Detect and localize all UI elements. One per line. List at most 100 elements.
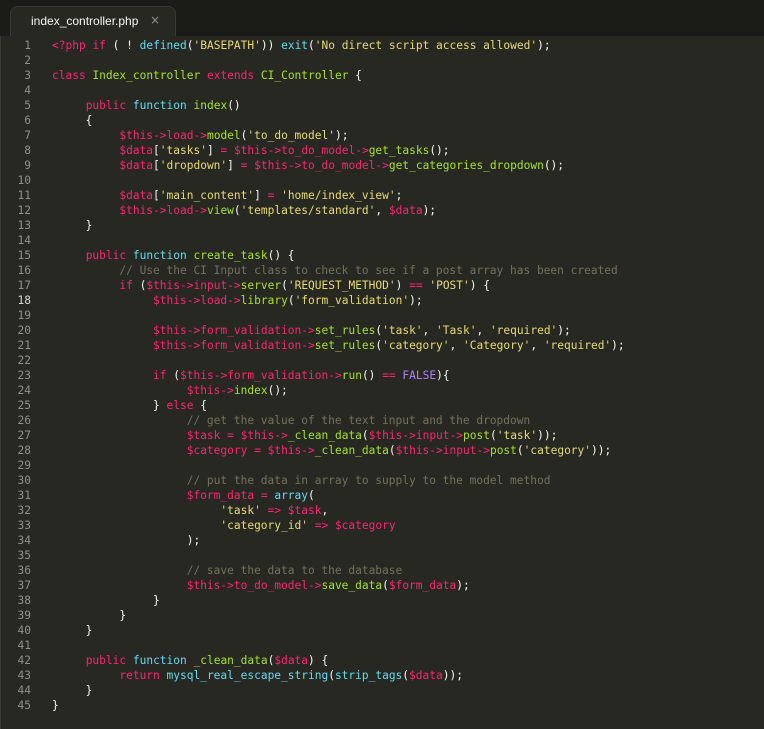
code-token: ->: [429, 444, 443, 457]
code-token: ->: [301, 444, 315, 457]
code-line[interactable]: 30 // put the data in array to supply to…: [1, 473, 764, 488]
code-token: 'task': [496, 429, 538, 442]
code-token: if: [92, 39, 106, 52]
code-line[interactable]: 20 $this->form_validation->set_rules('ta…: [1, 323, 764, 338]
code-line[interactable]: 33 'category_id' => $category: [1, 518, 764, 533]
code-token: // Use the CI Input class to check to se…: [119, 264, 618, 277]
code-token: 'required': [543, 339, 612, 352]
code-line[interactable]: 27 $task = $this->_clean_data($this->inp…: [1, 428, 764, 443]
code-text: }: [52, 218, 93, 233]
code-line[interactable]: 34 );: [1, 533, 764, 548]
code-token: ->: [328, 369, 342, 382]
code-token: function: [132, 99, 187, 112]
code-token: ]: [227, 159, 241, 172]
code-token: if: [119, 279, 133, 292]
code-line[interactable]: 24 $this->index();: [1, 383, 764, 398]
code-line[interactable]: 5 public function index(): [1, 98, 764, 113]
code-token: {: [52, 114, 93, 127]
code-line[interactable]: 15 public function create_task() {: [1, 248, 764, 263]
line-number: 24: [17, 384, 31, 397]
code-line[interactable]: 38 }: [1, 593, 764, 608]
code-line[interactable]: 18 $this->load->library('form_validation…: [1, 293, 764, 308]
code-line[interactable]: 29: [1, 458, 764, 473]
code-line[interactable]: 35: [1, 548, 764, 563]
code-token: 'tasks': [159, 144, 207, 157]
code-line[interactable]: 25 } else {: [1, 398, 764, 413]
code-token: ->: [186, 294, 201, 307]
code-line[interactable]: 7 $this->load->model('to_do_model');: [1, 128, 764, 143]
code-line[interactable]: 36 // save the data to the database: [1, 563, 764, 578]
code-token: (: [287, 294, 295, 307]
tab-index-controller[interactable]: index_controller.php ×: [10, 6, 176, 36]
code-line[interactable]: 21 $this->form_validation->set_rules('ca…: [1, 338, 764, 353]
code-token: _clean_data: [314, 444, 389, 457]
code-line[interactable]: 1 <?php if ( ! defined('BASEPATH')) exit(…: [1, 38, 764, 53]
code-token: ->: [402, 429, 416, 442]
code-line[interactable]: 16 // Use the CI Input class to check to…: [1, 263, 764, 278]
code-line[interactable]: 14: [1, 233, 764, 248]
code-line[interactable]: 19: [1, 308, 764, 323]
code-token: }: [52, 684, 93, 697]
code-line[interactable]: 43 return mysql_real_escape_string(strip…: [1, 668, 764, 683]
code-token: 'category': [523, 444, 592, 457]
code-line[interactable]: 37 $this->to_do_model->save_data($form_d…: [1, 578, 764, 593]
code-token: ){: [436, 369, 450, 382]
code-line[interactable]: 3 class Index_controller extends CI_Contr…: [1, 68, 764, 83]
code-line[interactable]: 13 }: [1, 218, 764, 233]
code-token: form_validation: [200, 324, 302, 337]
code-token: () {: [267, 249, 295, 262]
code-line[interactable]: 22: [1, 353, 764, 368]
code-token: );: [422, 204, 437, 217]
code-token: $this: [254, 159, 288, 172]
code-token: load: [166, 204, 194, 217]
code-token: =>: [314, 519, 329, 532]
code-line[interactable]: 44 }: [1, 683, 764, 698]
code-token: 'home/index_view': [281, 189, 396, 202]
code-token: $this: [267, 444, 302, 457]
code-line[interactable]: 23 if ($this->form_validation->run() == …: [1, 368, 764, 383]
code-line[interactable]: 10: [1, 173, 764, 188]
code-line[interactable]: 42 public function _clean_data($data) {: [1, 653, 764, 668]
code-line[interactable]: 32 'task' => $task,: [1, 503, 764, 518]
code-line[interactable]: 9 $data['dropdown'] = $this->to_do_model…: [1, 158, 764, 173]
code-line[interactable]: 2: [1, 53, 764, 68]
code-text: }: [52, 608, 126, 623]
code-line[interactable]: 17 if ($this->input->server('REQUEST_MET…: [1, 278, 764, 293]
code-token: ));: [537, 429, 558, 442]
code-line[interactable]: 41: [1, 638, 764, 653]
code-token: [: [153, 159, 160, 172]
code-text: 'task' => $task,: [52, 503, 328, 518]
code-line[interactable]: 31 $form_data = array(: [1, 488, 764, 503]
code-token: ,: [449, 339, 463, 352]
line-number: 34: [17, 534, 31, 547]
code-line[interactable]: 45}: [1, 698, 764, 713]
code-token: $task: [287, 504, 322, 517]
code-token: $this: [153, 324, 187, 337]
code-editor[interactable]: 1 <?php if ( ! defined('BASEPATH')) exit(…: [0, 36, 764, 729]
code-token: (: [233, 204, 241, 217]
code-text: $data['main_content'] = 'home/index_view…: [52, 188, 402, 203]
close-icon[interactable]: ×: [150, 13, 160, 27]
code-line[interactable]: 4: [1, 83, 764, 98]
code-line[interactable]: 6 {: [1, 113, 764, 128]
code-line[interactable]: 28 $category = $this->_clean_data($this-…: [1, 443, 764, 458]
code-token: ->: [220, 579, 234, 592]
line-number: 35: [17, 549, 31, 562]
code-line[interactable]: 39 }: [1, 608, 764, 623]
code-line[interactable]: 8 $data['tasks'] = $this->to_do_model->g…: [1, 143, 764, 158]
code-token: 'to_do_model': [247, 129, 335, 142]
code-line[interactable]: 11 $data['main_content'] = 'home/index_v…: [1, 188, 764, 203]
code-line[interactable]: 26 // get the value of the text input an…: [1, 413, 764, 428]
code-token: );: [611, 339, 625, 352]
code-line[interactable]: 12 $this->load->view('templates/standard…: [1, 203, 764, 218]
code-token: 'Task': [436, 324, 477, 337]
code-line[interactable]: 40 }: [1, 623, 764, 638]
